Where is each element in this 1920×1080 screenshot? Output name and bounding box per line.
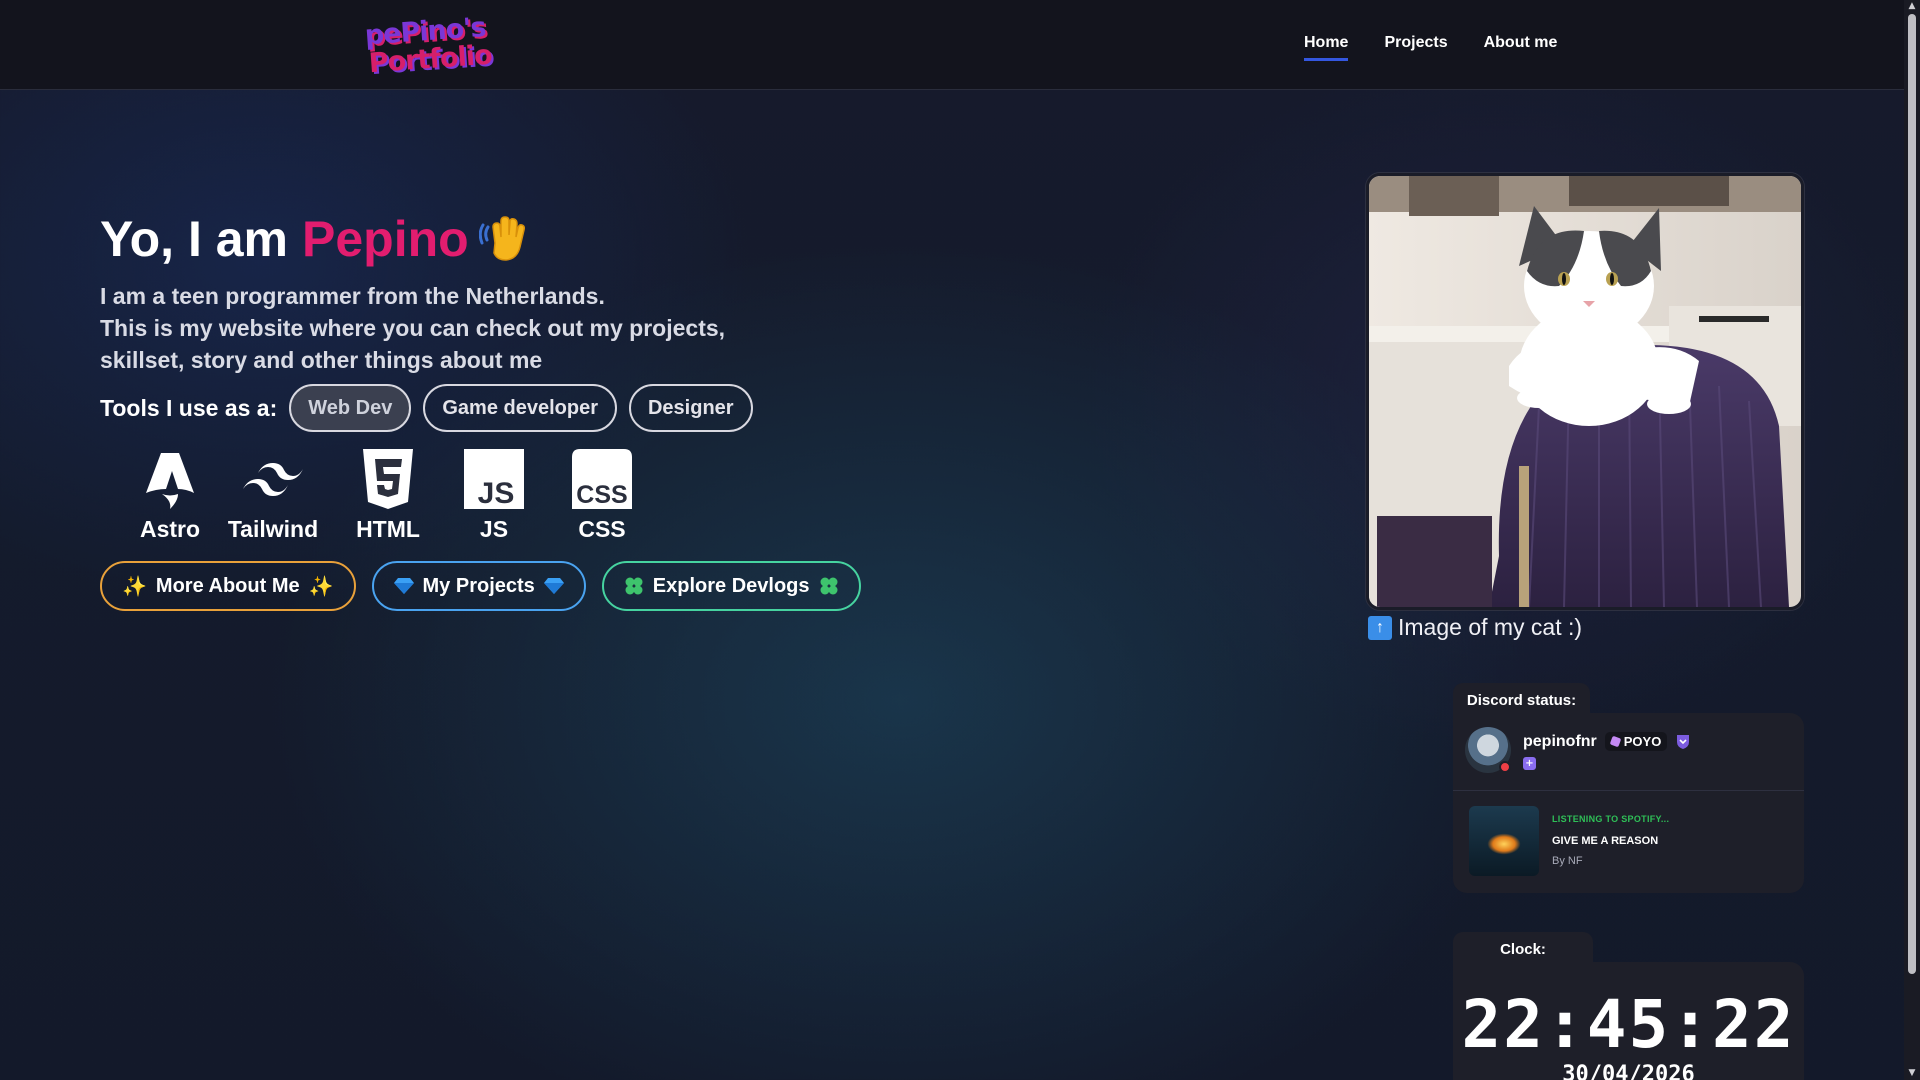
logo-line-2: Portfolio [367,39,493,80]
hero-greeting: Yo, I am [100,211,289,267]
nav-about-me[interactable]: About me [1484,34,1558,61]
song-artist: By NF [1552,855,1583,867]
tools-label: Tools I use as a: [100,394,278,421]
sparkles-icon: ✨ [122,575,147,598]
tech-label: Tailwind [227,516,319,542]
discord-user: pepinofnr POYO + [1465,727,1691,773]
sparkles-icon: ✨ [308,575,334,598]
clover-icon [625,577,643,595]
discord-username: pepinofnr [1523,732,1597,750]
tailwind-icon [243,463,303,496]
hero-desc-line-3: skillset, story and other things about m… [100,347,543,373]
svg-text:CSS: CSS [576,481,627,509]
scroll-down-arrow-icon[interactable]: ▼ [1907,1068,1917,1078]
hero-desc-line-1: I am a teen programmer from the Netherla… [100,283,605,309]
up-arrow-icon: ↑ [1368,615,1392,640]
nav-home[interactable]: Home [1304,34,1349,61]
tech-astro: Astro [130,448,210,543]
tech-css: CSS CSS [548,448,656,543]
clock-title: Clock: [1453,932,1593,966]
hero-description: I am a teen programmer from the Netherla… [100,280,1000,376]
clock-card: 22:45:22 30/04/2026 [1453,962,1804,1080]
button-label: More About Me [155,574,300,597]
tech-label: HTML [356,516,420,542]
divider [1453,790,1804,791]
my-projects-button[interactable]: My Projects [371,561,586,611]
album-art [1469,806,1539,876]
shield-badge-icon [1677,734,1690,749]
page-scrollbar[interactable]: ▲ ▼ [1904,0,1920,1080]
site-logo[interactable]: pePino's Portfolio [364,12,494,85]
scrollbar-thumb[interactable] [1908,14,1916,974]
clover-icon [820,577,837,595]
tools-tabs: Tools I use as a: Web Dev Game developer… [100,384,753,432]
tab-designer[interactable]: Designer [628,384,753,432]
nitro-badge-icon: + [1523,757,1536,770]
cat-caption: ↑ Image of my cat :) [1368,614,1582,641]
activity-type: LISTENING TO SPOTIFY... [1552,814,1670,824]
tech-label: Astro [139,516,201,542]
hero-name: Pepino [302,211,469,267]
avatar[interactable] [1465,727,1511,773]
html5-icon [363,449,413,509]
clock-date: 30/04/2026 [1562,1062,1695,1080]
tech-html: HTML [336,448,440,543]
guild-tag-label: POYO [1623,734,1662,749]
tab-web-dev[interactable]: Web Dev [289,384,412,432]
tech-js: JS JS [440,448,548,543]
astro-icon [146,453,194,509]
discord-status-card: pepinofnr POYO + LISTENING TO SPOTIFY...… [1453,713,1804,893]
tech-stack: Astro Tailwind HTML JS JS CSS CSS [130,448,656,543]
discord-status-title: Discord status: [1453,683,1590,717]
explore-devlogs-button[interactable]: Explore Devlogs [601,561,861,611]
button-label: Explore Devlogs [652,574,810,597]
scroll-up-arrow-icon[interactable]: ▲ [1907,1,1917,11]
gem-icon [543,578,564,594]
js-icon: JS [464,449,524,509]
button-label: My Projects [422,574,535,597]
css-icon: CSS [572,449,632,509]
svg-text:JS: JS [478,477,515,509]
nav-projects[interactable]: Projects [1384,34,1447,61]
clock-time: 22:45:22 [1461,986,1796,1063]
tab-game-developer[interactable]: Game developer [423,384,617,432]
hero-section: Yo, I am Pepino I am a teen programmer f… [100,208,1000,376]
tech-label: JS [479,516,509,542]
hero-title: Yo, I am Pepino [100,208,1000,270]
hero-desc-line-2: This is my website where you can check o… [100,315,726,341]
tech-tailwind: Tailwind [210,448,336,543]
song-title: GIVE ME A REASON [1552,835,1659,847]
more-about-me-button[interactable]: ✨ More About Me ✨ [100,561,356,611]
cat-image [1369,176,1801,607]
site-header: pePino's Portfolio Home Projects About m… [0,0,1904,90]
tag-icon [1609,735,1622,748]
cta-buttons: ✨ More About Me ✨ My Projects Explore De… [100,561,861,611]
waving-hand-icon [478,216,525,261]
dnd-status-icon [1499,761,1511,773]
main-nav: Home Projects About me [1304,34,1557,61]
gem-icon [393,578,414,594]
cat-caption-text: Image of my cat :) [1398,614,1583,640]
guild-tag: POYO [1604,732,1668,751]
cat-photo [1366,173,1804,610]
tech-label: CSS [578,516,626,542]
